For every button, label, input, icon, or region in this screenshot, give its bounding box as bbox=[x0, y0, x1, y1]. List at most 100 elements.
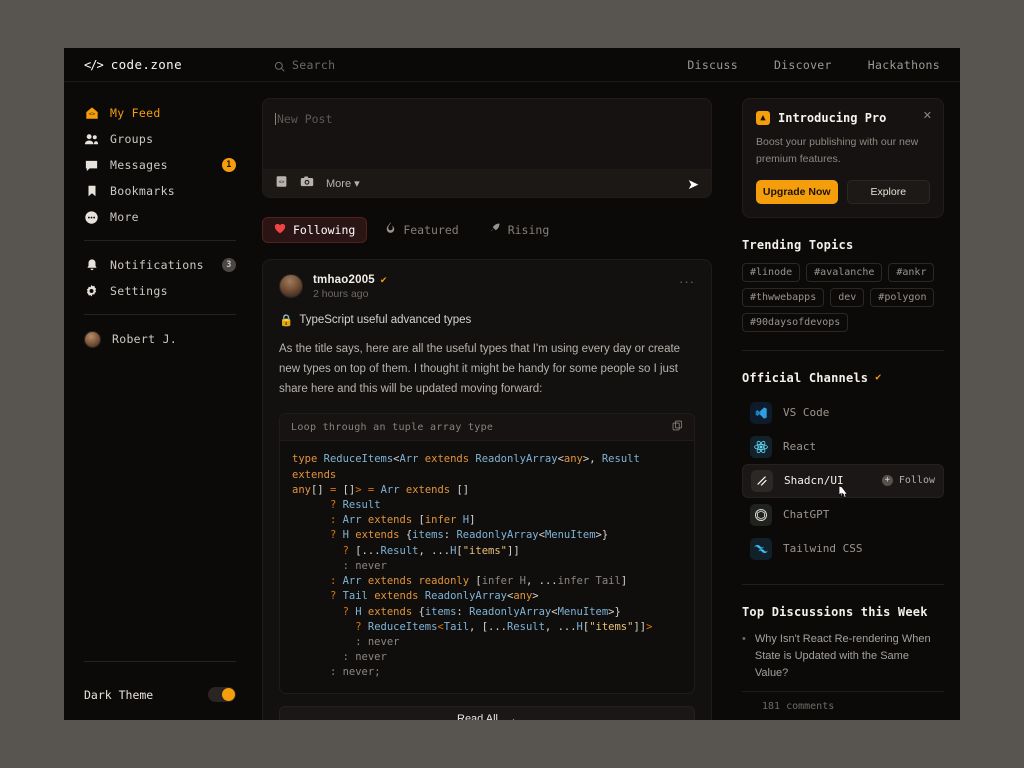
nav-hackathons[interactable]: Hackathons bbox=[868, 58, 940, 72]
right-sidebar: ✕ ▲ Introducing Pro Boost your publishin… bbox=[728, 82, 960, 720]
channel-name: React bbox=[783, 440, 817, 454]
code-block-header: Loop through an tuple array type bbox=[280, 414, 694, 442]
nav-discuss[interactable]: Discuss bbox=[687, 58, 738, 72]
ellipsis-icon bbox=[84, 210, 99, 225]
sidebar-item-messages[interactable]: Messages 1 bbox=[84, 152, 236, 178]
mouse-cursor-icon bbox=[835, 485, 852, 508]
search-icon bbox=[274, 59, 285, 72]
rail-divider-2 bbox=[742, 583, 944, 585]
post-composer: New Post <> More ▾ ➤ bbox=[262, 98, 712, 198]
follow-label: Follow bbox=[898, 475, 935, 487]
rail-divider-1 bbox=[742, 349, 944, 351]
image-icon[interactable]: <> bbox=[275, 175, 288, 193]
notifications-badge: 3 bbox=[222, 258, 236, 272]
shadcn-icon bbox=[751, 469, 773, 492]
composer-more-button[interactable]: More ▾ bbox=[326, 177, 360, 190]
avatar[interactable] bbox=[279, 274, 303, 298]
pro-buttons: Upgrade Now Explore bbox=[756, 179, 930, 204]
channel-react[interactable]: React bbox=[742, 430, 944, 464]
new-post-placeholder: New Post bbox=[277, 112, 333, 126]
sidebar-label: More bbox=[110, 210, 139, 224]
bell-icon bbox=[84, 258, 99, 273]
trending-heading-text: Trending Topics bbox=[742, 237, 854, 252]
post-timestamp: 2 hours ago bbox=[313, 288, 369, 300]
top-discussions-heading: Top Discussions this Week bbox=[742, 605, 944, 619]
topic-chip[interactable]: #linode bbox=[742, 262, 801, 282]
rocket-icon bbox=[489, 222, 501, 237]
explore-button[interactable]: Explore bbox=[846, 179, 930, 204]
channel-shadcn-ui[interactable]: Shadcn/UI + Follow bbox=[742, 463, 944, 498]
dark-theme-label: Dark Theme bbox=[84, 687, 154, 702]
tab-rising[interactable]: Rising bbox=[477, 216, 562, 243]
sidebar-label: Settings bbox=[110, 284, 168, 298]
user-name: Robert J. bbox=[112, 332, 178, 346]
svg-text:<>: <> bbox=[279, 179, 285, 185]
topic-chip[interactable]: #polygon bbox=[870, 287, 935, 307]
sidebar-item-groups[interactable]: Groups bbox=[84, 126, 236, 152]
sidebar-label: Messages bbox=[110, 158, 168, 172]
discussions-heading-text: Top Discussions this Week bbox=[742, 604, 928, 619]
feed-tabs: Following Featured Rising bbox=[262, 216, 712, 243]
sidebar-divider-2 bbox=[84, 314, 236, 315]
code-block: Loop through an tuple array type type Re… bbox=[279, 413, 695, 694]
openai-icon bbox=[750, 503, 772, 526]
topic-chip[interactable]: #90daysofdevops bbox=[742, 312, 849, 332]
nav-discover[interactable]: Discover bbox=[774, 58, 832, 72]
messages-badge: 1 bbox=[222, 158, 236, 172]
topic-chip[interactable]: #ankr bbox=[888, 262, 935, 282]
camera-icon[interactable] bbox=[300, 175, 314, 193]
pro-title-text: Introducing Pro bbox=[778, 111, 887, 125]
topic-chip[interactable]: #thwwebapps bbox=[742, 287, 825, 307]
copy-icon[interactable] bbox=[672, 420, 683, 434]
dark-theme-toggle[interactable] bbox=[208, 687, 236, 702]
channel-name: VS Code bbox=[783, 406, 830, 420]
verified-badge-icon: ✔ bbox=[379, 274, 388, 285]
post-header: tmhao2005 ✔ 2 hours ago ··· bbox=[279, 274, 695, 300]
sidebar-item-settings[interactable]: Settings bbox=[84, 278, 236, 304]
sidebar-item-more[interactable]: More bbox=[84, 204, 236, 230]
code-content[interactable]: type ReduceItems<Arr extends ReadonlyArr… bbox=[280, 441, 694, 692]
tab-label: Rising bbox=[507, 222, 550, 237]
topic-chip[interactable]: #avalanche bbox=[806, 262, 883, 282]
sidebar-item-my-feed[interactable]: <> My Feed bbox=[84, 100, 236, 126]
left-sidebar: <> My Feed Groups Messages 1 Bookmarks M… bbox=[64, 82, 254, 720]
arrow-right-icon: → bbox=[505, 712, 517, 720]
bullet-icon: • bbox=[742, 632, 746, 645]
tailwind-icon bbox=[750, 537, 772, 560]
sidebar-label: Notifications bbox=[110, 258, 204, 272]
read-all-button[interactable]: Read All → bbox=[279, 705, 695, 720]
new-post-input[interactable]: New Post bbox=[263, 99, 711, 169]
post-author[interactable]: tmhao2005 bbox=[313, 274, 375, 286]
sidebar-item-bookmarks[interactable]: Bookmarks bbox=[84, 178, 236, 204]
channel-name: Tailwind CSS bbox=[783, 542, 863, 556]
close-icon[interactable]: ✕ bbox=[923, 109, 932, 122]
tab-featured[interactable]: Featured bbox=[373, 216, 470, 243]
sidebar-item-user[interactable]: Robert J. bbox=[84, 326, 236, 352]
feed-column: New Post <> More ▾ ➤ Following Featured … bbox=[254, 82, 728, 720]
discussion-item[interactable]: • Why Isn't React Re-rendering When Stat… bbox=[742, 631, 944, 682]
vscode-icon bbox=[750, 401, 772, 424]
upgrade-now-button[interactable]: Upgrade Now bbox=[756, 179, 838, 204]
fire-icon bbox=[385, 222, 396, 237]
follow-button[interactable]: + Follow bbox=[881, 475, 935, 487]
trending-topics-heading: Trending Topics bbox=[742, 238, 944, 252]
tab-following[interactable]: Following bbox=[262, 216, 368, 243]
sidebar-item-notifications[interactable]: Notifications 3 bbox=[84, 252, 236, 278]
top-bar: </> code.zone Search Discuss Discover Ha… bbox=[64, 48, 960, 82]
send-icon[interactable]: ➤ bbox=[687, 177, 699, 191]
pro-promo-card: ✕ ▲ Introducing Pro Boost your publishin… bbox=[742, 98, 944, 218]
search-input[interactable]: Search bbox=[274, 58, 335, 72]
brand-logo[interactable]: </> code.zone bbox=[84, 57, 274, 72]
top-nav: Discuss Discover Hackathons bbox=[687, 58, 940, 72]
post-body: As the title says, here are all the usef… bbox=[279, 343, 681, 396]
tab-label: Following bbox=[293, 222, 356, 237]
post-title-text: TypeScript useful advanced types bbox=[299, 314, 472, 326]
channel-vs-code[interactable]: VS Code bbox=[742, 396, 944, 430]
sidebar-label: Bookmarks bbox=[110, 184, 176, 198]
topic-chip[interactable]: dev bbox=[830, 287, 865, 307]
channel-tailwind-css[interactable]: Tailwind CSS bbox=[742, 532, 944, 566]
post-menu-icon[interactable]: ··· bbox=[679, 274, 695, 289]
official-channels-heading: Official Channels ✔ bbox=[742, 371, 944, 385]
plus-icon: + bbox=[881, 475, 893, 487]
verified-badge-icon: ✔ bbox=[875, 372, 882, 384]
